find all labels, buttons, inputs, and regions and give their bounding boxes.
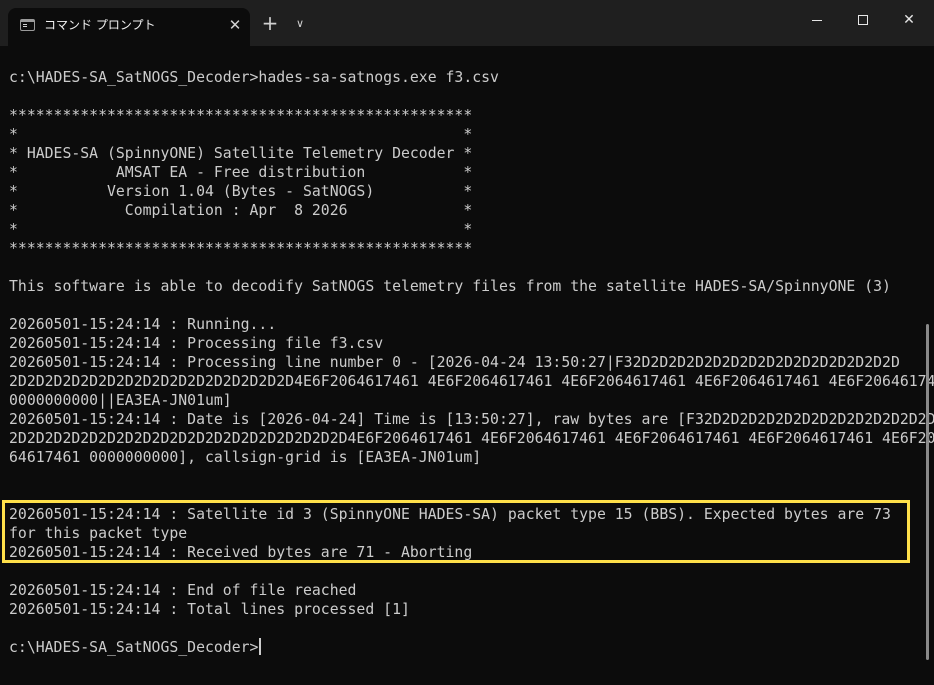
close-icon: ✕	[903, 12, 915, 28]
console-line: c:\HADES-SA_SatNOGS_Decoder>	[9, 638, 924, 657]
minimize-icon	[812, 20, 822, 21]
title-bar[interactable]: コマンド プロンプト ✕ + ∨ ✕	[0, 0, 934, 46]
console-line: 20260501-15:24:14 : Date is [2026-04-24]…	[9, 411, 934, 428]
console-line: * AMSAT EA - Free distribution *	[9, 164, 473, 181]
console-output[interactable]: c:\HADES-SA_SatNOGS_Decoder>hades-sa-sat…	[0, 46, 934, 685]
console-line: 20260501-15:24:14 : Processing file f3.c…	[9, 335, 384, 352]
console-line: 20260501-15:24:14 : Running...	[9, 316, 277, 333]
console-window-icon	[20, 19, 35, 31]
console-line: 2D2D2D2D2D2D2D2D2D2D2D2D2D2D2D2D2D2D2D4E…	[9, 430, 934, 447]
tab-command-prompt[interactable]: コマンド プロンプト ✕	[8, 8, 250, 46]
console-line: 20260501-15:24:14 : Total lines processe…	[9, 601, 410, 618]
console-line: * *	[9, 221, 473, 238]
maximize-icon	[858, 15, 868, 25]
tab-dropdown-button[interactable]: ∨	[288, 12, 312, 36]
console-lines: c:\HADES-SA_SatNOGS_Decoder>hades-sa-sat…	[9, 68, 934, 657]
console-line: This software is able to decodify SatNOG…	[9, 278, 891, 295]
scrollbar-thumb[interactable]	[926, 324, 929, 660]
maximize-button[interactable]	[840, 0, 886, 40]
minimize-button[interactable]	[794, 0, 840, 40]
tab-title: コマンド プロンプト	[44, 18, 156, 32]
terminal-window: コマンド プロンプト ✕ + ∨ ✕ c:\HADES-SA_SatNOGS_D…	[0, 0, 934, 685]
console-line: 0000000000||EA3EA-JN01um]	[9, 392, 232, 409]
console-line: * *	[9, 126, 473, 143]
console-line: * Compilation : Apr 8 2026 *	[9, 202, 473, 219]
text-cursor	[259, 638, 262, 655]
console-line: c:\HADES-SA_SatNOGS_Decoder>hades-sa-sat…	[9, 69, 499, 86]
highlight-box	[2, 500, 910, 563]
console-line: ****************************************…	[9, 107, 473, 124]
close-window-button[interactable]: ✕	[886, 0, 932, 40]
console-line: ****************************************…	[9, 240, 473, 257]
console-line: * Version 1.04 (Bytes - SatNOGS) *	[9, 183, 473, 200]
console-line: 20260501-15:24:14 : Processing line numb…	[9, 354, 900, 371]
close-tab-button[interactable]: ✕	[226, 16, 244, 34]
new-tab-button[interactable]: +	[258, 12, 282, 36]
console-line: * HADES-SA (SpinnyONE) Satellite Telemet…	[9, 145, 473, 162]
console-line: 2D2D2D2D2D2D2D2D2D2D2D2D2D2D2D2D4E6F2064…	[9, 373, 934, 390]
console-line: 64617461 0000000000], callsign-grid is […	[9, 449, 482, 466]
console-line: 20260501-15:24:14 : End of file reached	[9, 582, 357, 599]
